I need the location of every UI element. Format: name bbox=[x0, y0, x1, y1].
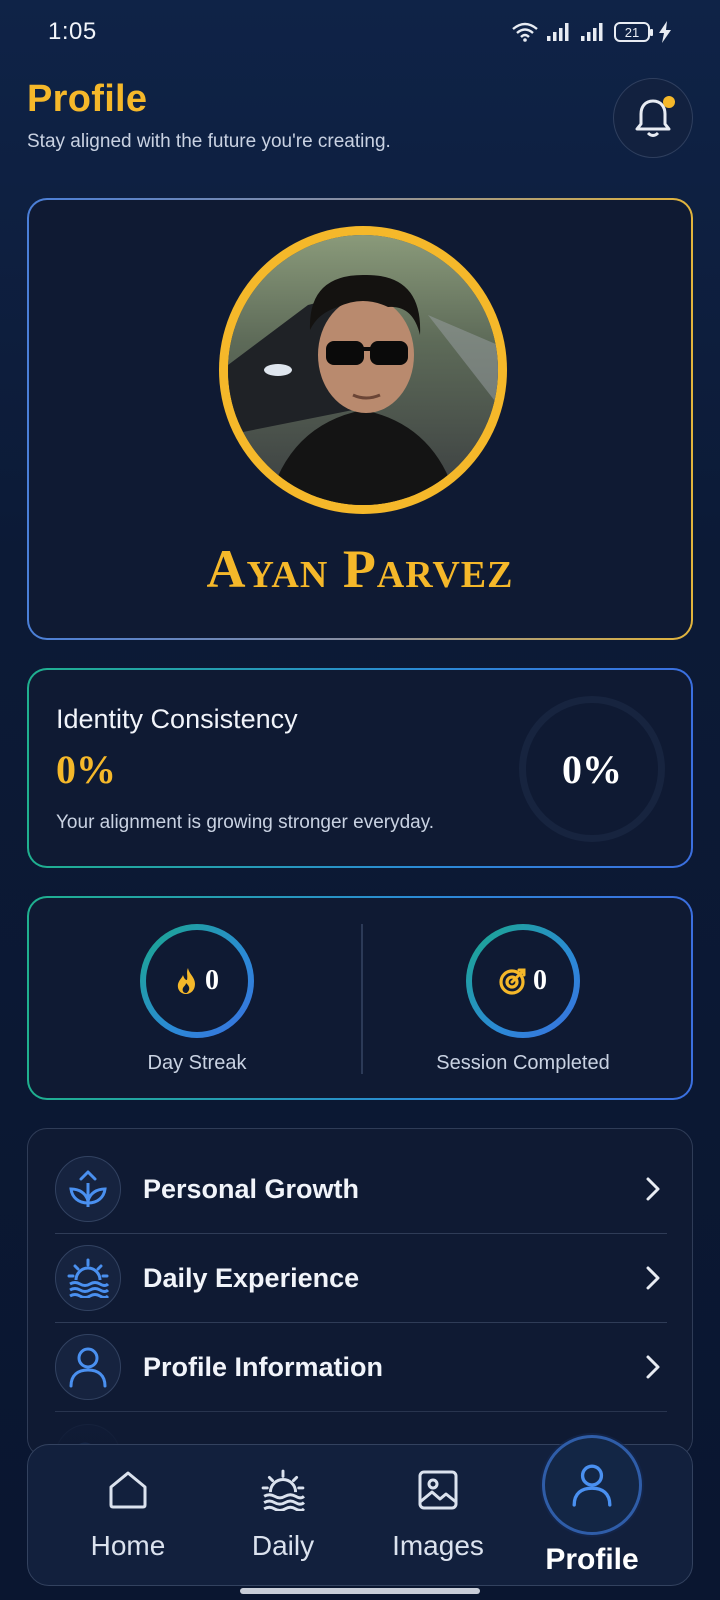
target-icon bbox=[499, 968, 526, 995]
nav-label-images: Images bbox=[392, 1530, 484, 1561]
consistency-progress-ring: 0% bbox=[519, 696, 665, 842]
stats-card: 0 Day Streak 0 Session Completed bbox=[27, 896, 693, 1100]
user-icon bbox=[69, 1347, 107, 1388]
wifi-icon bbox=[512, 22, 538, 42]
user-name: Ayan Parvez bbox=[206, 539, 514, 599]
notification-dot bbox=[663, 96, 675, 108]
avatar-photo bbox=[228, 235, 498, 505]
consistency-ring-value: 0% bbox=[562, 746, 622, 792]
consistency-value: 0% bbox=[56, 747, 116, 792]
flame-icon bbox=[177, 968, 195, 994]
battery-icon: 21 bbox=[614, 22, 653, 42]
nav-label-profile[interactable]: Profile bbox=[522, 1543, 662, 1577]
avatar[interactable] bbox=[228, 235, 498, 505]
stats-divider bbox=[361, 924, 363, 1074]
menu-card: Personal Growth Daily Experience Profile… bbox=[27, 1128, 693, 1458]
battery-level: 21 bbox=[624, 24, 640, 40]
nav-label-daily: Daily bbox=[251, 1530, 315, 1561]
nav-home[interactable]: Home bbox=[58, 1469, 198, 1562]
menu-label-personal-growth: Personal Growth bbox=[143, 1173, 360, 1204]
status-icons: 21 bbox=[512, 21, 672, 43]
profile-card: Ayan Parvez bbox=[27, 198, 693, 640]
signal-icon bbox=[547, 23, 569, 41]
image-icon bbox=[418, 1470, 458, 1510]
page-title: Profile bbox=[27, 78, 148, 120]
menu-item-daily-experience[interactable]: Daily Experience bbox=[55, 1234, 667, 1323]
menu-item-personal-growth[interactable]: Personal Growth bbox=[55, 1145, 667, 1234]
sessions-stat: 0 Session Completed bbox=[393, 924, 653, 1075]
notifications-button[interactable] bbox=[613, 78, 693, 158]
charging-icon bbox=[659, 21, 671, 43]
sprout-icon bbox=[69, 1170, 107, 1207]
chevron-right-icon bbox=[646, 1355, 660, 1379]
identity-consistency-card: Identity Consistency 0% Your alignment i… bbox=[27, 668, 693, 868]
nav-images[interactable]: Images bbox=[368, 1469, 508, 1562]
streak-label: Day Streak bbox=[147, 1052, 247, 1074]
consistency-title: Identity Consistency bbox=[56, 704, 298, 734]
sunrise-icon bbox=[261, 1469, 305, 1512]
page-subtitle: Stay aligned with the future you're crea… bbox=[27, 131, 391, 152]
nav-label-home: Home bbox=[90, 1530, 166, 1561]
nav-profile[interactable] bbox=[542, 1435, 642, 1535]
user-icon bbox=[572, 1464, 612, 1507]
sessions-label: Session Completed bbox=[436, 1052, 610, 1074]
consistency-caption: Your alignment is growing stronger every… bbox=[56, 812, 435, 833]
status-time: 1:05 bbox=[48, 18, 97, 45]
home-icon bbox=[109, 1471, 147, 1509]
sessions-ring: 0 bbox=[466, 924, 580, 1038]
home-indicator bbox=[240, 1588, 480, 1594]
day-streak-stat: 0 Day Streak bbox=[67, 924, 327, 1075]
nav-daily[interactable]: Daily bbox=[213, 1469, 353, 1562]
status-bar: 1:05 21 bbox=[0, 0, 720, 64]
sunrise-icon bbox=[67, 1258, 109, 1298]
sessions-value: 0 bbox=[533, 965, 547, 996]
menu-label-profile-information: Profile Information bbox=[143, 1351, 384, 1382]
avatar-ring bbox=[219, 226, 507, 514]
header: Profile Stay aligned with the future you… bbox=[27, 78, 693, 158]
streak-value: 0 bbox=[205, 965, 219, 996]
bottom-nav: Home Daily Images Profile bbox=[27, 1435, 693, 1586]
chevron-right-icon bbox=[646, 1266, 660, 1290]
streak-ring: 0 bbox=[140, 924, 254, 1038]
signal-icon-2 bbox=[581, 23, 603, 41]
chevron-right-icon bbox=[646, 1177, 660, 1201]
menu-label-daily-experience: Daily Experience bbox=[143, 1262, 360, 1293]
